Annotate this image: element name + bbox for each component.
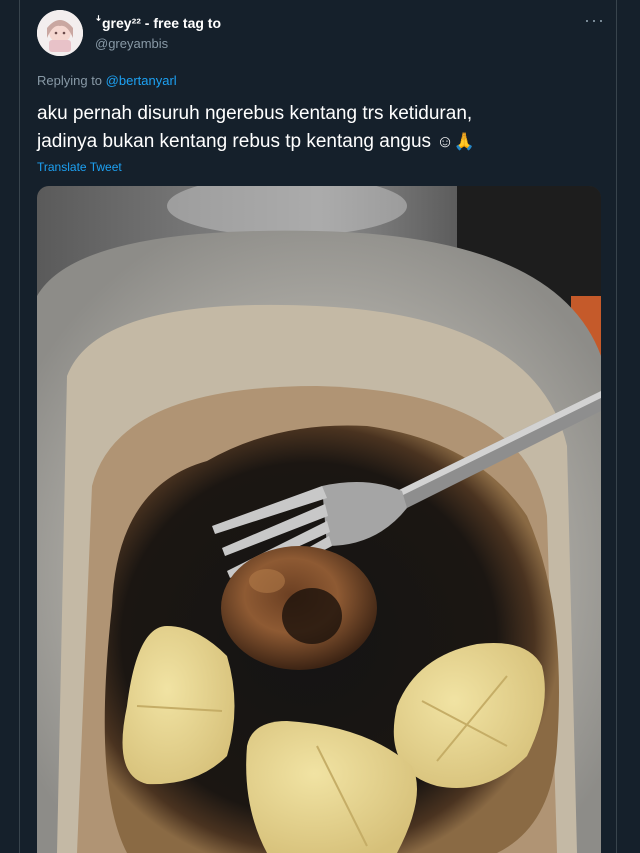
emoji-icons: ☺🙏 — [436, 132, 475, 151]
more-options-button[interactable]: ··· — [584, 10, 605, 31]
timeline-left-border — [19, 0, 20, 853]
tweet-text-line-1: aku pernah disuruh ngerebus kentang trs … — [37, 103, 473, 124]
tweet-text-line-2: jadinya bukan kentang rebus tp kentang a… — [37, 131, 432, 152]
tweet-text-line-2-wrap: jadinya bukan kentang rebus tp kentang a… — [37, 128, 597, 156]
avatar-icon — [37, 10, 83, 56]
timeline-right-border — [616, 0, 617, 853]
replying-to-mention-link[interactable]: @bertanyarl — [106, 73, 177, 88]
replying-to-prefix: Replying to — [37, 73, 103, 88]
photo-burnt-potatoes-in-pan-icon — [37, 186, 601, 853]
tweet-text: aku pernah disuruh ngerebus kentang trs … — [37, 100, 597, 156]
translate-tweet-link[interactable]: Translate Tweet — [37, 160, 122, 174]
replying-to: Replying to @bertanyarl — [37, 73, 177, 88]
display-name[interactable]: ꜜgrey²² - free tag to — [95, 15, 221, 31]
more-dots-icon: ··· — [584, 10, 605, 30]
user-handle[interactable]: @greyambis — [95, 36, 168, 51]
tweet-photo[interactable] — [37, 186, 601, 853]
avatar[interactable] — [37, 10, 83, 56]
